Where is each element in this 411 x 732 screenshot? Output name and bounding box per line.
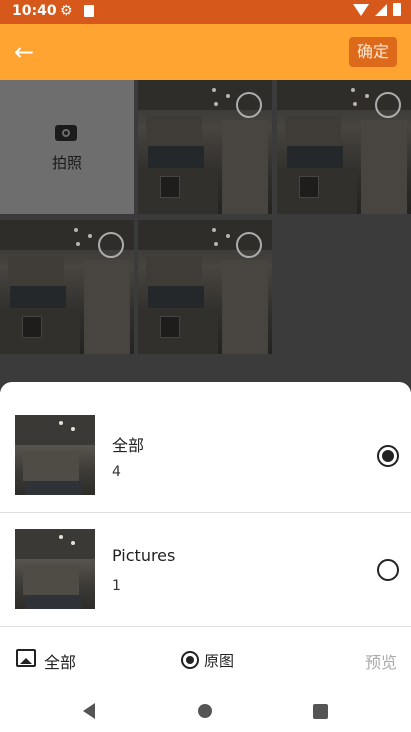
image-icon[interactable] [16, 649, 36, 667]
wifi-icon [353, 3, 369, 16]
folder-name: 全部 [112, 436, 145, 455]
bottom-bar: 全部 原图 预览 [0, 635, 411, 685]
folder-thumbnail [15, 529, 95, 609]
all-folders-button[interactable]: 全部 [44, 649, 76, 673]
nav-home-icon[interactable] [198, 704, 212, 718]
folder-name: Pictures [112, 546, 176, 565]
back-arrow-icon[interactable]: ← [14, 38, 42, 66]
folder-item[interactable]: 全部 4 [0, 382, 411, 496]
folder-radio[interactable] [377, 445, 399, 467]
original-radio-icon[interactable] [181, 651, 199, 669]
confirm-button[interactable]: 确定 [349, 37, 397, 67]
folder-item[interactable]: Pictures 1 [0, 496, 411, 610]
status-icons [353, 3, 401, 16]
dim-overlay[interactable] [0, 80, 411, 392]
sd-card-icon [84, 5, 94, 17]
signal-icon [375, 3, 387, 16]
battery-icon [393, 3, 401, 16]
gear-icon: ⚙ [60, 3, 73, 19]
divider [0, 626, 411, 627]
nav-back-icon[interactable] [83, 703, 95, 719]
folder-count: 4 [112, 464, 121, 480]
status-bar: 10:40 ⚙ [0, 0, 411, 24]
folder-thumbnail [15, 415, 95, 495]
folder-count: 1 [112, 578, 121, 594]
status-time: 10:40 [12, 3, 57, 19]
app-bar: ← 确定 [0, 24, 411, 80]
folder-radio[interactable] [377, 559, 399, 581]
nav-bar [0, 690, 411, 732]
original-label[interactable]: 原图 [204, 650, 234, 671]
nav-recent-icon[interactable] [313, 704, 328, 719]
preview-button[interactable]: 预览 [365, 649, 397, 673]
